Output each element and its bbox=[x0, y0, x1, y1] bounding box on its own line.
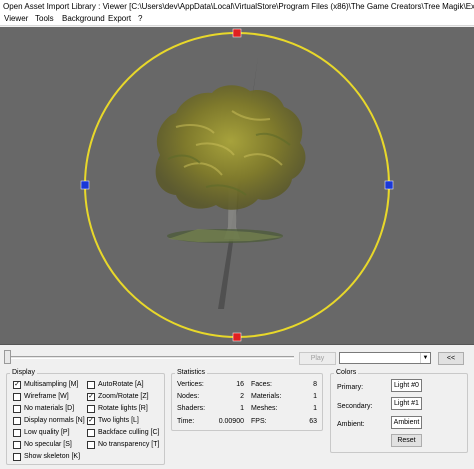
meshes-value: 1 bbox=[313, 405, 317, 412]
materials-label: Materials: bbox=[251, 393, 282, 400]
trackball-handle-left bbox=[80, 180, 90, 190]
shaders-label: Shaders: bbox=[177, 405, 206, 412]
faces-value: 8 bbox=[313, 381, 317, 388]
nodes-value: 2 bbox=[240, 393, 244, 400]
menu-viewer[interactable]: Viewer bbox=[4, 13, 28, 25]
rewind-button[interactable]: << bbox=[438, 352, 464, 365]
two-lights-check-icon: ✓ bbox=[87, 417, 95, 425]
menu-bar: Viewer Tools Background Export ? bbox=[0, 13, 474, 26]
animation-combo[interactable]: ▼ bbox=[339, 352, 431, 364]
meshes-label: Meshes: bbox=[251, 405, 278, 412]
fps-value: 63 bbox=[309, 418, 317, 425]
multisampling-check-icon: ✓ bbox=[13, 381, 21, 389]
zoom-rotate-check-icon: ✓ bbox=[87, 393, 95, 401]
menu-background[interactable]: Background bbox=[62, 13, 105, 25]
reset-button[interactable]: Reset bbox=[391, 434, 422, 447]
trackball-handle-top bbox=[232, 28, 242, 38]
primary-color-button[interactable]: Light #0 bbox=[391, 379, 422, 392]
secondary-color-button[interactable]: Light #1 bbox=[391, 397, 422, 410]
time-label: Time: bbox=[177, 418, 195, 425]
menu-export[interactable]: Export bbox=[108, 13, 131, 25]
display-group-title: Display bbox=[10, 368, 37, 377]
colors-group-title: Colors bbox=[334, 368, 359, 377]
primary-label: Primary: bbox=[337, 384, 364, 391]
window-title: Open Asset Import Library : Viewer [C:\U… bbox=[0, 0, 474, 13]
animation-slider-thumb[interactable] bbox=[4, 350, 11, 364]
shaders-value: 1 bbox=[240, 405, 244, 412]
faces-label: Faces: bbox=[251, 381, 273, 388]
ambient-label: Ambient: bbox=[337, 421, 365, 428]
menu-tools[interactable]: Tools bbox=[35, 13, 54, 25]
chevron-down-icon[interactable]: ▼ bbox=[420, 353, 430, 363]
trackball-handle-bottom bbox=[232, 332, 242, 342]
render-viewport[interactable] bbox=[0, 27, 474, 345]
fps-label: FPS: bbox=[251, 418, 267, 425]
secondary-label: Secondary: bbox=[337, 403, 373, 410]
animation-slider-track[interactable] bbox=[8, 356, 294, 359]
ambient-color-button[interactable]: Ambient bbox=[391, 416, 422, 429]
vertices-value: 16 bbox=[236, 381, 244, 388]
viewport-canvas bbox=[80, 28, 394, 342]
vertices-label: Vertices: bbox=[177, 381, 204, 388]
nodes-label: Nodes: bbox=[177, 393, 200, 400]
trackball-handle-right bbox=[384, 180, 394, 190]
menu-help[interactable]: ? bbox=[138, 13, 142, 25]
materials-value: 1 bbox=[313, 393, 317, 400]
time-value: 0.00900 bbox=[218, 418, 244, 425]
play-button[interactable]: Play bbox=[299, 352, 336, 365]
tree-canopy bbox=[155, 85, 306, 210]
statistics-group-title: Statistics bbox=[175, 368, 208, 377]
